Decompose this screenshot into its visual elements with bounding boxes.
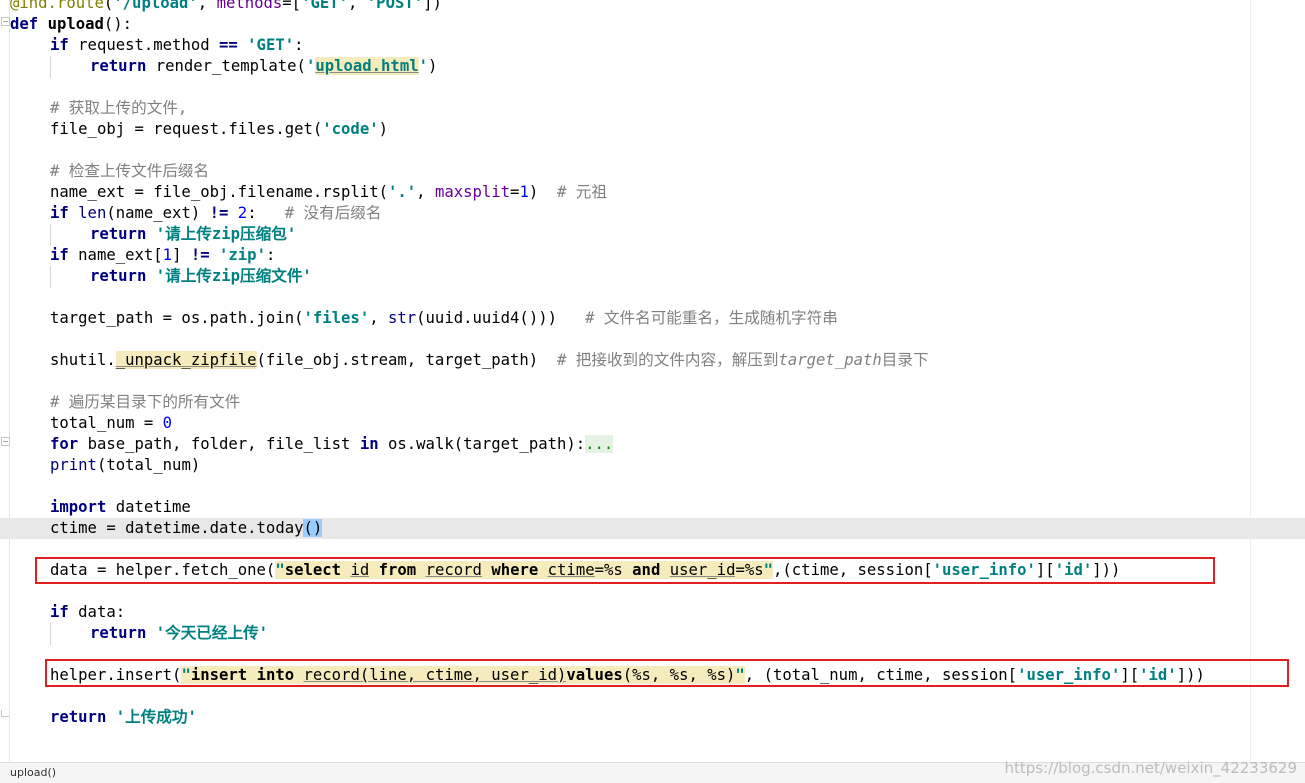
code-line[interactable]: # 获取上传的文件, [0, 98, 1305, 119]
protected-member-warning[interactable]: _unpack_zipfile [115, 351, 257, 369]
current-line[interactable]: ctime = datetime.date.today() [0, 518, 1305, 539]
comment: # 把接收到的文件内容，解压到 [556, 351, 779, 369]
matched-brackets: () [303, 519, 323, 537]
code-line[interactable]: file_obj = request.files.get('code') [0, 119, 1305, 140]
code-line[interactable]: import datetime [0, 497, 1305, 518]
emphasis-box-insert [45, 659, 1289, 687]
code-line[interactable]: def upload(): [0, 14, 1305, 35]
emphasis-box-fetch-one [35, 557, 1215, 584]
code-line[interactable]: if data: [0, 602, 1305, 623]
code-line[interactable]: # 遍历某目录下的所有文件 [0, 392, 1305, 413]
decorator-symbol: @ [10, 0, 20, 12]
code-line[interactable]: return '今天已经上传' [0, 623, 1305, 644]
template-reference-link[interactable]: upload.html [315, 57, 419, 75]
code-line[interactable]: for base_path, folder, file_list in os.w… [0, 434, 1305, 455]
function-name: upload [47, 15, 104, 33]
comment: # 检查上传文件后缀名 [50, 162, 210, 180]
comment: # 获取上传的文件, [50, 99, 188, 117]
comment: # 没有后缀名 [284, 204, 382, 222]
comment: # 元祖 [557, 183, 607, 201]
code-line[interactable]: target_path = os.path.join('files', str(… [0, 308, 1305, 329]
code-editor[interactable]: @ind.route('/upload', methods=['GET', 'P… [0, 0, 1305, 762]
comment: # 文件名可能重名，生成随机字符串 [585, 309, 838, 327]
code-line[interactable]: # 检查上传文件后缀名 [0, 161, 1305, 182]
watermark: https://blog.csdn.net/weixin_42233629 [1004, 759, 1297, 777]
code-line[interactable]: total_num = 0 [0, 413, 1305, 434]
code-line[interactable]: shutil._unpack_zipfile(file_obj.stream, … [0, 350, 1305, 371]
code-line[interactable]: @ind.route('/upload', methods=['GET', 'P… [0, 0, 1305, 14]
code-line[interactable]: if request.method == 'GET': [0, 35, 1305, 56]
code-line[interactable]: print(total_num) [0, 455, 1305, 476]
code-line[interactable]: return render_template('upload.html') [0, 56, 1305, 77]
folded-code-placeholder[interactable]: ... [585, 435, 614, 453]
code-line[interactable]: return '请上传zip压缩文件' [0, 266, 1305, 287]
code-line[interactable]: return '上传成功' [0, 707, 1305, 728]
code-line[interactable]: name_ext = file_obj.filename.rsplit('.',… [0, 182, 1305, 203]
code-line[interactable]: if name_ext[1] != 'zip': [0, 245, 1305, 266]
code-line[interactable]: return '请上传zip压缩包' [0, 224, 1305, 245]
comment: # 遍历某目录下的所有文件 [50, 393, 241, 411]
code-line[interactable]: if len(name_ext) != 2: # 没有后缀名 [0, 203, 1305, 224]
breadcrumb[interactable]: upload() [10, 766, 56, 779]
